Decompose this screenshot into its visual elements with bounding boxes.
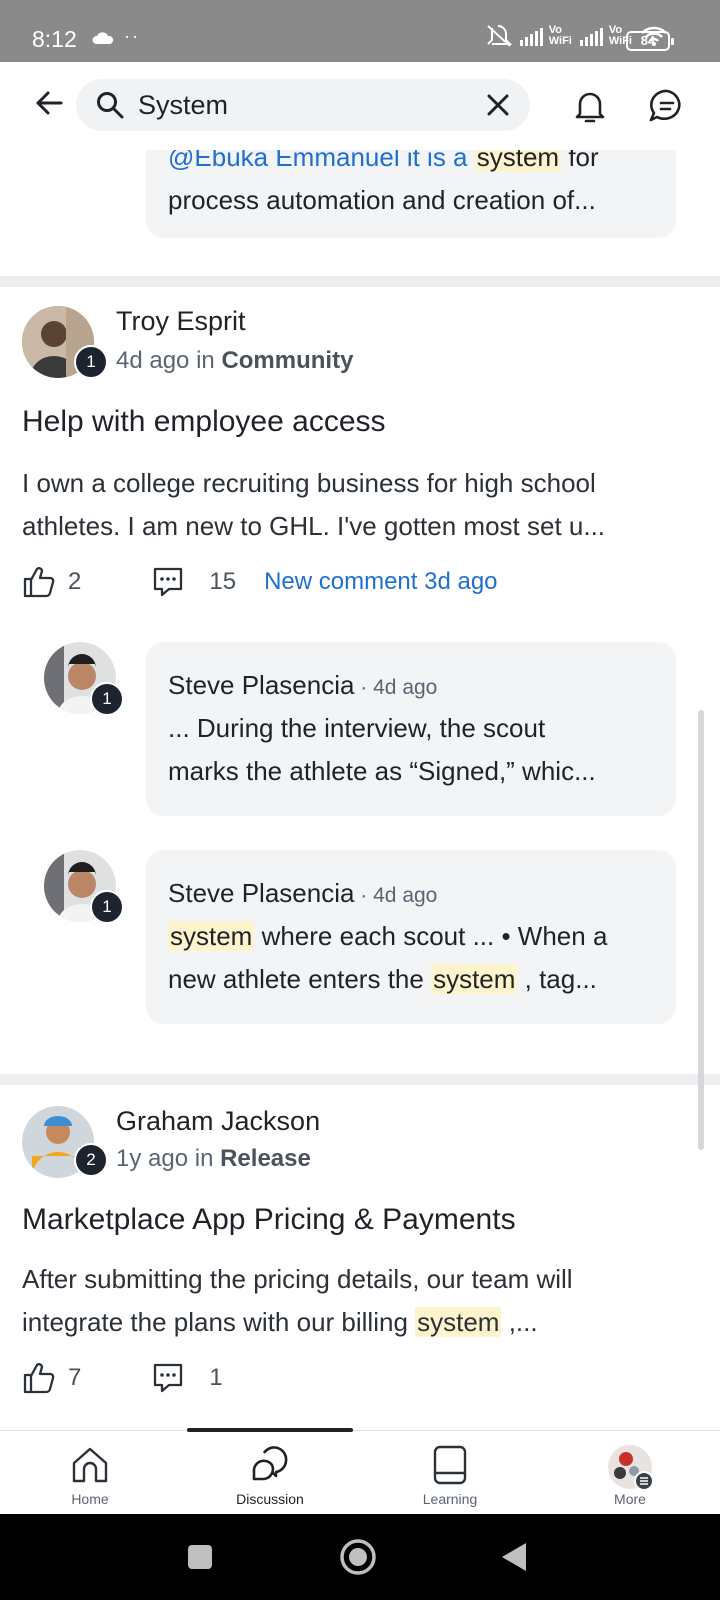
post-title[interactable]: Marketplace App Pricing & Payments [22,1203,516,1237]
nav-more[interactable]: More [570,1431,690,1515]
reply-bubble[interactable]: Steve Plasencia · 4d ago system where ea… [146,850,676,1024]
post-body[interactable]: I own a college recruiting business for … [22,462,702,548]
reply-text: new athlete enters the [168,964,432,994]
comment-count: 1 [209,1364,223,1391]
reply-author[interactable]: Steve Plasencia [168,670,354,700]
learning-icon [433,1445,467,1485]
bottom-navigation: Home Discussion Learning More [0,1428,720,1515]
home-icon [72,1447,108,1483]
post-title[interactable]: Help with employee access [22,405,386,439]
post-category[interactable]: Release [220,1145,311,1172]
post-time: 4d ago [116,347,190,374]
snippet-text: for [561,150,599,172]
nav-label: Learning [422,1491,478,1507]
signal-icon-2 [579,26,603,46]
recents-icon[interactable] [187,1544,213,1570]
post-body-line: I own a college recruiting business for … [22,468,596,498]
reply-text: ... During the interview, the scout [168,713,546,743]
home-button-icon[interactable] [339,1538,377,1576]
post-body-line: After submitting the pricing details, ou… [22,1264,573,1294]
nav-learning[interactable]: Learning [390,1431,510,1515]
thumbs-up-icon[interactable] [22,565,56,599]
search-input[interactable] [138,87,478,123]
status-dots: ·· [124,26,140,46]
status-time: 8:12 [32,26,77,52]
reply-text: where each scout ... • When a [254,921,608,951]
battery-indicator: 84 [626,31,674,51]
reply-time: 4d ago [373,676,438,699]
reply-author[interactable]: Steve Plasencia [168,878,354,908]
section-divider [0,1074,720,1085]
back-triangle-icon[interactable] [500,1541,528,1573]
meta-in: in [196,347,215,374]
scrollbar[interactable] [698,710,704,1150]
reply-time: 4d ago [373,884,438,907]
post-body-line: athletes. I am new to GHL. I've gotten m… [22,511,606,541]
thumbs-up-icon[interactable] [22,1361,56,1395]
post-time: 1y ago [116,1145,189,1172]
comment-count: 15 [209,568,237,595]
nav-label: Home [71,1491,109,1507]
discussion-icon [252,1446,288,1481]
reply-dot: · [354,884,374,907]
mention-text[interactable]: @Ebuka Emmanuel it is a [168,150,475,172]
meta-in: in [194,1145,214,1172]
post-stats: 2 15 New comment 3d ago [22,562,498,602]
post-body-line: ,... [501,1307,538,1337]
signal-icon [519,26,543,46]
search-highlight: system [431,964,518,994]
post-body[interactable]: After submitting the pricing details, ou… [22,1258,702,1344]
search-highlight: system [415,1307,502,1337]
post-body-line: integrate the plans with our billing [22,1307,416,1337]
bell-icon[interactable] [572,86,608,126]
nav-discussion[interactable]: Discussion [210,1431,330,1515]
search-results-feed[interactable]: @Ebuka Emmanuel it is a system for proce… [0,150,720,1430]
post-stats: 7 1 [22,1358,223,1398]
section-divider [0,276,720,287]
post-author[interactable]: Graham Jackson [116,1106,320,1137]
nav-label: More [614,1491,646,1507]
post-meta: 1y ago in Release [116,1145,311,1173]
level-badge: 1 [90,890,124,924]
post-meta: 4d ago in Community [116,347,353,375]
search-highlight: system [168,921,255,951]
reply-snippet[interactable]: @Ebuka Emmanuel it is a system for proce… [146,150,676,238]
level-badge: 2 [74,1143,108,1177]
chat-icon[interactable] [648,88,686,124]
reply-text: , tag... [517,964,597,994]
avatar-icon [608,1445,654,1491]
vowifi-label: Vo WiFi [548,24,572,47]
level-badge: 1 [74,345,108,379]
mute-icon [487,25,513,47]
status-bar: 8:12 ·· Vo WiFi Vo WiFi 84 [0,0,720,62]
snippet-text: process automation and creation of... [168,185,596,215]
search-header [0,62,720,150]
new-comment-link[interactable]: New comment 3d ago [264,568,497,596]
nav-home[interactable]: Home [30,1431,150,1515]
nav-label: Discussion [236,1491,304,1507]
system-navigation-bar [0,1514,720,1600]
close-icon[interactable] [486,93,510,117]
post-author[interactable]: Troy Esprit [116,306,246,337]
search-bar[interactable] [76,79,530,131]
reply-text: marks the athlete as “Signed,” whic... [168,756,596,786]
post-category[interactable]: Community [221,347,353,374]
like-count: 2 [68,568,82,595]
comment-icon[interactable] [151,1361,185,1395]
search-icon [97,92,124,119]
level-badge: 1 [90,682,124,716]
cloud-icon [92,32,114,44]
comment-icon[interactable] [151,565,185,599]
reply-bubble[interactable]: Steve Plasencia · 4d ago ... During the … [146,642,676,816]
search-highlight: system [474,150,562,172]
reply-dot: · [354,676,374,699]
like-count: 7 [68,1364,82,1391]
back-arrow-icon[interactable] [34,88,64,118]
